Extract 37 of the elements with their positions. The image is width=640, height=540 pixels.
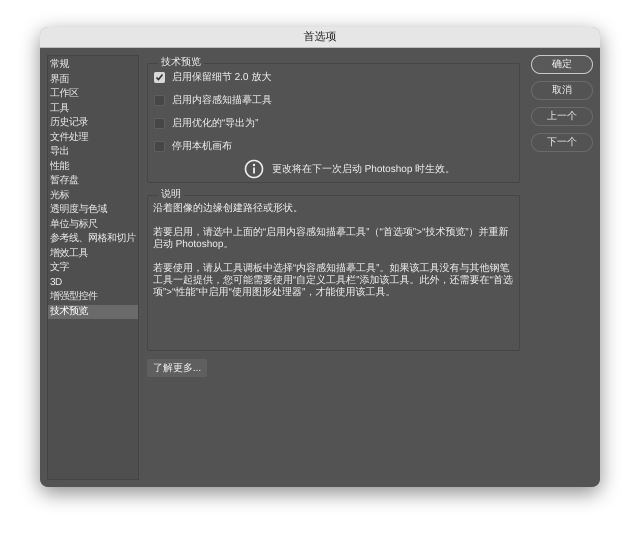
sidebar-item[interactable]: 工作区 [48, 87, 138, 102]
checkbox[interactable] [154, 118, 165, 129]
sidebar-item[interactable]: 常规 [48, 58, 138, 72]
info-icon [244, 159, 264, 179]
sidebar-item[interactable]: 文字 [48, 261, 138, 276]
checkbox-label: 停用本机画布 [172, 140, 232, 154]
checkbox[interactable] [154, 95, 165, 106]
sidebar-item[interactable]: 界面 [48, 72, 138, 87]
dialog-button[interactable]: 上一个 [531, 107, 593, 126]
description-text: 若要启用，请选中上面的“启用内容感知描摹工具”（“首选项”>“技术预览”）并重新启动 Photoshop。 [152, 227, 510, 251]
sidebar-item[interactable]: 增强型控件 [48, 290, 138, 304]
learn-more-button[interactable]: 了解更多... [146, 359, 208, 377]
dialog-button[interactable]: 下一个 [531, 133, 593, 152]
dialog-button[interactable]: 确定 [531, 55, 593, 74]
window-title: 首选项 [304, 30, 336, 45]
sidebar-item[interactable]: 技术预览 [48, 304, 138, 319]
dialog-button[interactable]: 取消 [531, 81, 593, 100]
description-text: 沿着图像的边缘创建路径或形状。 [152, 203, 304, 215]
checkbox-label: 启用内容感知描摹工具 [172, 94, 272, 108]
sidebar-item[interactable]: 暂存盘 [48, 174, 138, 188]
sidebar-item[interactable]: 透明度与色域 [48, 203, 138, 218]
sidebar-item[interactable]: 导出 [48, 145, 138, 160]
sidebar-item[interactable]: 增效工具 [48, 246, 138, 261]
sidebar-item[interactable]: 单位与标尺 [48, 218, 138, 232]
sidebar-item[interactable]: 历史记录 [48, 116, 138, 130]
sidebar-item[interactable]: 参考线、网格和切片 [48, 232, 138, 246]
sidebar-item[interactable]: 3D [48, 276, 138, 290]
sidebar-item[interactable]: 性能 [48, 160, 138, 174]
checkbox-label: 启用保留细节 2.0 放大 [172, 70, 272, 85]
sidebar-item[interactable]: 工具 [48, 102, 138, 116]
checkbox[interactable] [154, 141, 165, 152]
sidebar-item[interactable]: 光标 [48, 188, 138, 203]
description-text: 若要使用，请从工具调板中选择“内容感知描摹工具”。如果该工具没有与其他钢笔工具一起提供，您可能需要使用“自定义工具栏”添加该工具。此外，还需要在“首选项”>“性能”中启用“使用图形处理器”，才能使用该工具。 [152, 263, 514, 299]
notice-text: 更改将在下一次启动 Photoshop 时生效。 [272, 162, 456, 176]
checkbox-label: 启用优化的“导出为” [172, 116, 258, 131]
checkbox[interactable] [154, 72, 165, 83]
sidebar-item[interactable]: 文件处理 [48, 130, 138, 145]
